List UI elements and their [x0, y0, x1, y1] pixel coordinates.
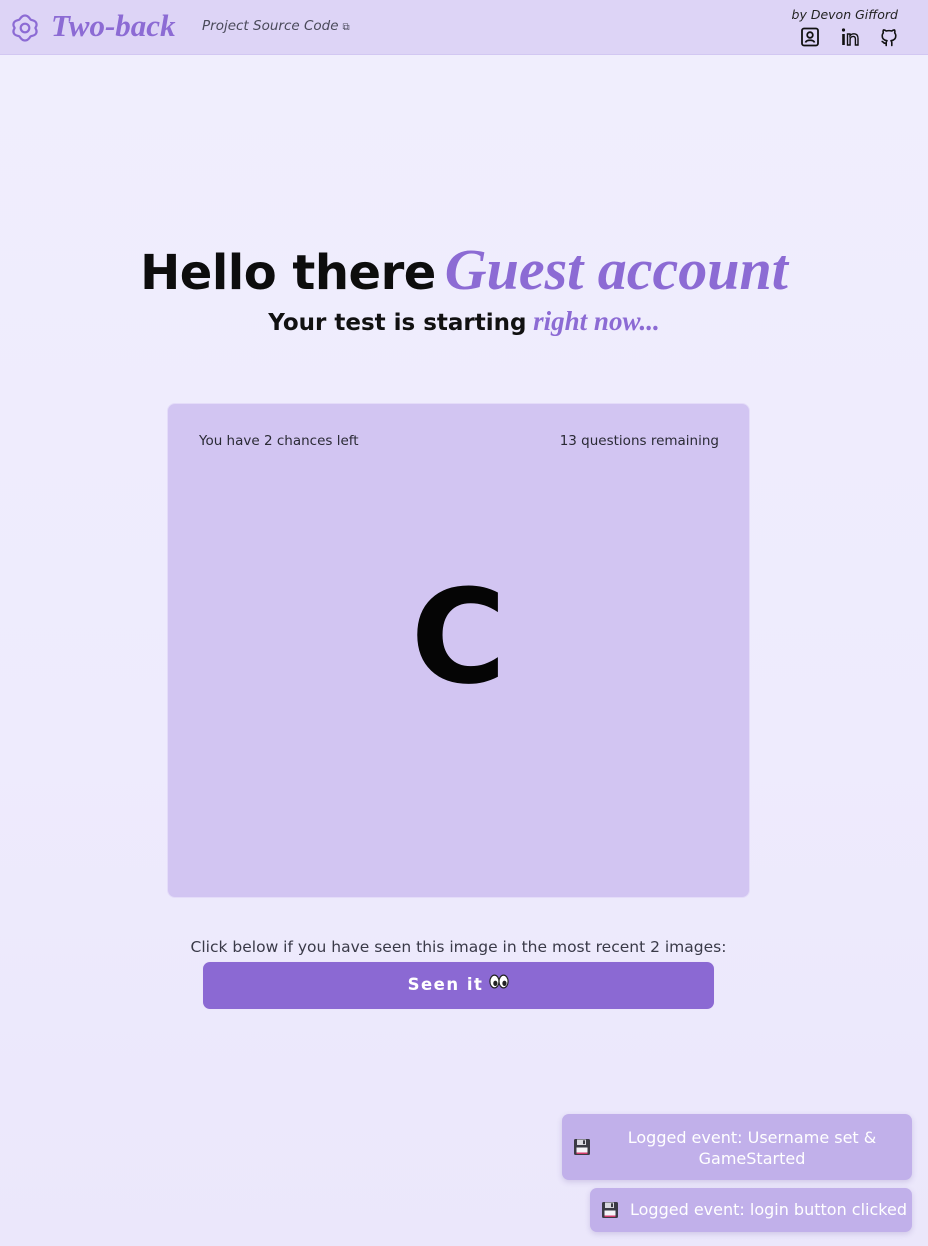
chances-left-text: You have 2 chances left — [199, 433, 359, 449]
status-prefix: Your test is starting — [268, 310, 527, 336]
greeting-username: Guest account — [444, 237, 788, 302]
floppy-disk-icon — [573, 1138, 591, 1156]
contact-card-icon[interactable] — [800, 27, 820, 47]
external-link-icon: ⧉ — [342, 22, 350, 33]
greeting-heading: Hello there Guest account — [0, 236, 928, 303]
project-source-link[interactable]: Project Source Code ⧉ — [202, 18, 350, 34]
stimulus-card: You have 2 chances left 13 questions rem… — [167, 403, 750, 898]
seen-it-label: Seen it — [407, 975, 484, 995]
instruction-text: Click below if you have seen this image … — [190, 938, 727, 956]
questions-remaining-text: 13 questions remaining — [559, 433, 719, 449]
seen-it-button[interactable]: Seen it — [202, 961, 715, 1010]
status-emphasis: right now... — [533, 306, 660, 336]
greeting-prefix: Hello there — [140, 245, 436, 301]
project-source-label: Project Source Code — [202, 18, 339, 34]
eyes-emoji-icon — [489, 961, 510, 1007]
toast-message: Logged event: login button clicked — [630, 1200, 907, 1219]
author-byline: by Devon Gifford — [791, 7, 898, 22]
test-status-heading: Your test is starting right now... — [0, 306, 928, 337]
gear-flower-icon[interactable] — [10, 13, 40, 43]
brand-title[interactable]: Two-back — [51, 8, 176, 44]
floppy-disk-icon — [601, 1201, 619, 1219]
current-stimulus-letter: C — [410, 561, 507, 713]
toast-notification[interactable]: Logged event: login button clicked — [590, 1188, 912, 1232]
linkedin-icon[interactable] — [840, 27, 860, 47]
toast-notification[interactable]: Logged event: Username set & GameStarted — [562, 1114, 912, 1180]
toast-message: Logged event: Username set & GameStarted — [627, 1128, 877, 1168]
top-nav: Two-back Project Source Code ⧉ by Devon G… — [0, 0, 928, 55]
github-icon[interactable] — [879, 27, 899, 47]
